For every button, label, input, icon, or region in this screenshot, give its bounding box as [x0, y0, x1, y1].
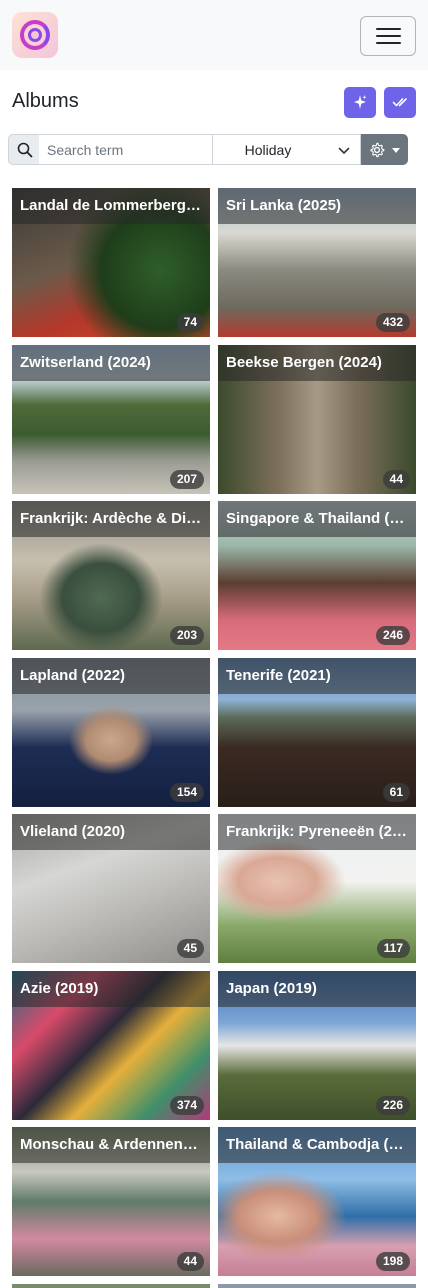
- album-card[interactable]: Azie (2019) 374: [12, 971, 210, 1120]
- album-card[interactable]: Japan (2019) 226: [218, 971, 416, 1120]
- album-photo-count: 198: [375, 1252, 410, 1271]
- chevron-down-icon: [338, 147, 350, 154]
- page-title: Albums: [12, 90, 79, 112]
- album-title: Thailand & Cambodja (…: [226, 1136, 404, 1153]
- album-photo-count: 374: [169, 1096, 204, 1115]
- album-card[interactable]: Sri Lanka (2025) 432: [218, 188, 416, 337]
- album-photo-count: 207: [169, 470, 204, 489]
- album-card-partial[interactable]: [218, 1284, 416, 1288]
- album-card[interactable]: Thailand & Cambodja (… 198: [218, 1127, 416, 1276]
- album-photo-count: 226: [375, 1096, 410, 1115]
- album-card[interactable]: Singapore & Thailand (… 246: [218, 501, 416, 650]
- album-card[interactable]: Landal de Lommerberg… 74: [12, 188, 210, 337]
- album-photo-count: 246: [375, 626, 410, 645]
- album-title: Azie (2019): [20, 980, 99, 997]
- album-photo-count: 61: [382, 783, 410, 802]
- gear-icon: [370, 142, 385, 158]
- logo-inner-ring: [28, 28, 42, 42]
- album-type-value: Holiday: [244, 142, 292, 158]
- album-card[interactable]: Frankrijk: Ardèche & Di… 203: [12, 501, 210, 650]
- album-title: Frankrijk: Ardèche & Di…: [20, 510, 202, 527]
- search-input[interactable]: [39, 134, 213, 165]
- album-title: Lapland (2022): [20, 667, 126, 684]
- album-title: Monschau & Ardennen…: [20, 1136, 198, 1153]
- album-title: Zwitserland (2024): [20, 354, 151, 371]
- album-title: Vlieland (2020): [20, 823, 126, 840]
- album-card[interactable]: Tenerife (2021) 61: [218, 658, 416, 807]
- search-icon-button[interactable]: [8, 134, 40, 165]
- sparkles-icon: [354, 95, 367, 109]
- album-title: Landal de Lommerberg…: [20, 197, 201, 214]
- album-title: Tenerife (2021): [226, 667, 331, 684]
- album-photo-count: 203: [169, 626, 204, 645]
- album-card[interactable]: Vlieland (2020) 45: [12, 814, 210, 963]
- caret-down-icon: [392, 148, 400, 153]
- album-title: Sri Lanka (2025): [226, 197, 342, 214]
- settings-dropdown-button[interactable]: [361, 134, 408, 165]
- album-photo-count: 44: [176, 1252, 204, 1271]
- double-check-icon: [392, 98, 407, 107]
- album-title: Singapore & Thailand (…: [226, 510, 405, 527]
- app-logo[interactable]: [12, 12, 58, 58]
- album-card[interactable]: Beekse Bergen (2024) 44: [218, 345, 416, 494]
- album-title: Frankrijk: Pyreneeën (2…: [226, 823, 407, 840]
- album-title: Japan (2019): [226, 980, 317, 997]
- album-type-select[interactable]: Holiday: [212, 134, 361, 165]
- album-card[interactable]: Zwitserland (2024) 207: [12, 345, 210, 494]
- album-photo-count: 74: [176, 313, 204, 332]
- album-photo-count: 45: [176, 939, 204, 958]
- select-all-button[interactable]: [384, 87, 416, 118]
- album-photo-count: 117: [376, 939, 410, 958]
- navbar: [0, 0, 428, 70]
- album-card-partial[interactable]: [12, 1284, 210, 1288]
- hamburger-icon[interactable]: [360, 16, 416, 56]
- search-icon: [17, 142, 33, 158]
- magic-sparkles-button[interactable]: [344, 87, 376, 118]
- album-photo-count: 44: [382, 470, 410, 489]
- album-card[interactable]: Frankrijk: Pyreneeën (2… 117: [218, 814, 416, 963]
- album-title: Beekse Bergen (2024): [226, 354, 382, 371]
- album-card[interactable]: Monschau & Ardennen… 44: [12, 1127, 210, 1276]
- album-photo-count: 432: [375, 313, 410, 332]
- album-photo-count: 154: [169, 783, 204, 802]
- album-card[interactable]: Lapland (2022) 154: [12, 658, 210, 807]
